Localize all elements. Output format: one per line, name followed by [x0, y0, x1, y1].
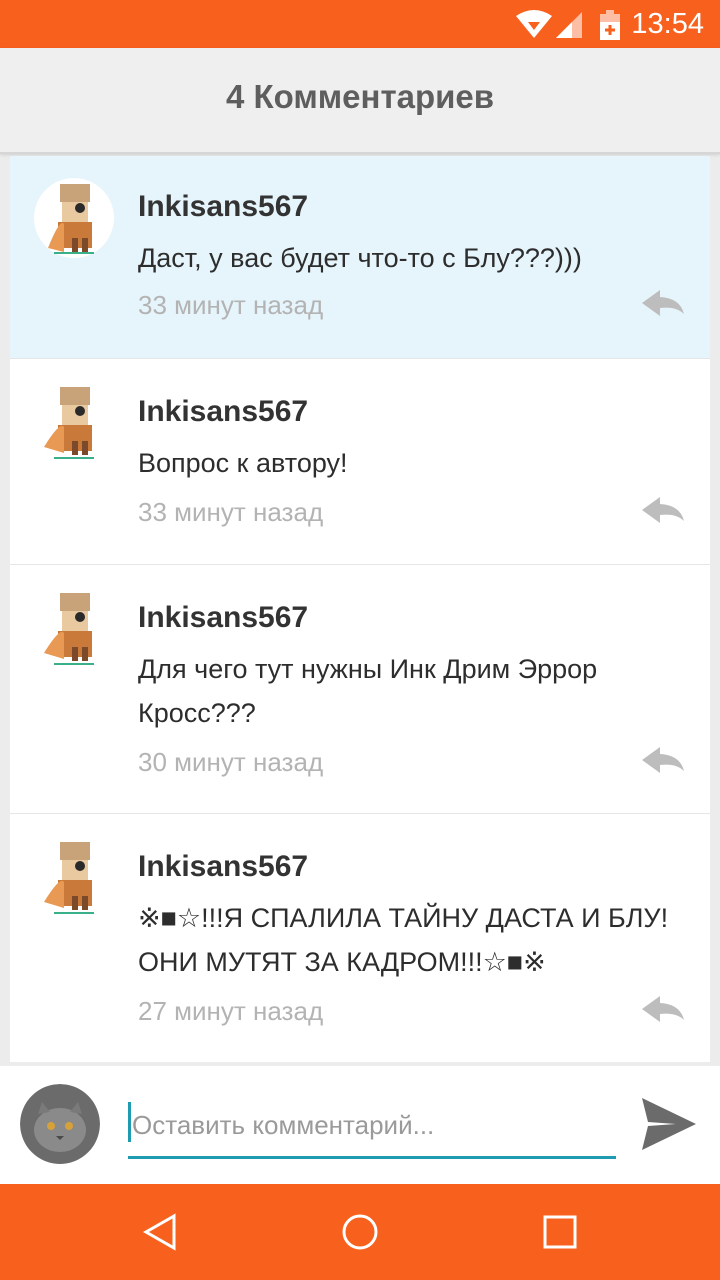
- reply-icon[interactable]: [640, 288, 686, 318]
- status-icons: [516, 10, 620, 40]
- comment-text: Для чего тут нужны Инк Дрим Эррор Кросс?…: [138, 654, 598, 728]
- comment-text: ※■☆!!!Я СПАЛИЛА ТАЙНУ ДАСТА И БЛУ! ОНИ М…: [138, 903, 669, 977]
- battery-charging-icon: [600, 10, 620, 40]
- comment-author[interactable]: Inkisans567: [138, 395, 308, 429]
- comment-input[interactable]: [128, 1102, 616, 1159]
- avatar[interactable]: [34, 587, 114, 667]
- comment-item[interactable]: Inkisans567 Вопрос к автору! 33 минут на…: [10, 359, 710, 565]
- avatar[interactable]: [34, 381, 114, 461]
- comment-author[interactable]: Inkisans567: [138, 190, 308, 224]
- text-cursor: [128, 1102, 131, 1142]
- comment-composer: [0, 1066, 720, 1184]
- comment-time: 27 минут назад: [138, 996, 324, 1026]
- comments-list[interactable]: Inkisans567 Даст, у вас будет что-то с Б…: [10, 156, 710, 1062]
- page-title: 4 Комментариев: [225, 78, 495, 115]
- avatar[interactable]: [34, 178, 114, 258]
- recents-icon[interactable]: [540, 1212, 580, 1252]
- comment-time: 33 минут назад: [138, 497, 324, 527]
- comments-header: 4 Комментариев: [0, 48, 720, 154]
- status-bar: 13:54: [0, 0, 720, 48]
- avatar[interactable]: [34, 836, 114, 916]
- comment-text: Даст, у вас будет что-то с Блу???))): [138, 243, 582, 273]
- home-icon[interactable]: [340, 1212, 380, 1252]
- comment-time: 30 минут назад: [138, 747, 324, 777]
- comment-item[interactable]: Inkisans567 ※■☆!!!Я СПАЛИЛА ТАЙНУ ДАСТА …: [10, 814, 710, 1062]
- comment-item[interactable]: Inkisans567 Даст, у вас будет что-то с Б…: [10, 156, 710, 359]
- comment-time: 33 минут назад: [138, 290, 324, 320]
- wifi-icon: [516, 10, 552, 38]
- back-icon[interactable]: [140, 1212, 180, 1252]
- system-navbar: [0, 1184, 720, 1280]
- signal-icon: [556, 12, 582, 38]
- status-clock: 13:54: [631, 8, 704, 40]
- comment-author[interactable]: Inkisans567: [138, 601, 308, 635]
- reply-icon[interactable]: [640, 495, 686, 525]
- send-icon[interactable]: [640, 1096, 698, 1152]
- comment-text: Вопрос к автору!: [138, 448, 348, 478]
- comment-item[interactable]: Inkisans567 Для чего тут нужны Инк Дрим …: [10, 565, 710, 814]
- comment-author[interactable]: Inkisans567: [138, 850, 308, 884]
- user-avatar[interactable]: [20, 1084, 100, 1164]
- reply-icon[interactable]: [640, 745, 686, 775]
- reply-icon[interactable]: [640, 994, 686, 1024]
